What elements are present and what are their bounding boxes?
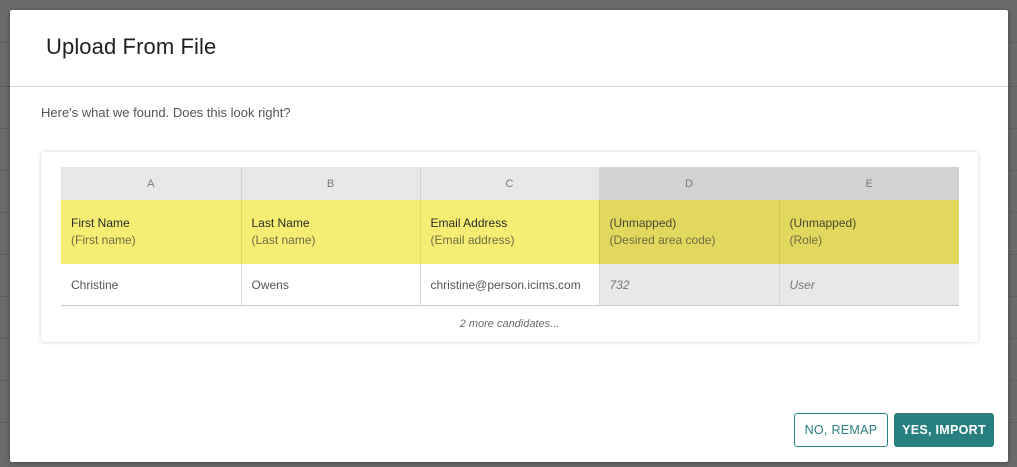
source-column-name: (Role) (789, 233, 823, 247)
column-letter: C (419, 167, 599, 200)
source-column-name: (Email address) (430, 233, 515, 247)
column-letter: B (240, 167, 420, 200)
field-mapping-cell[interactable]: Email Address (Email address) (419, 200, 599, 264)
more-candidates-note: 2 more candidates... (459, 318, 560, 330)
yes-import-button[interactable]: YES, IMPORT (894, 413, 994, 447)
field-mapping-cell[interactable]: (Unmapped) (Role) (778, 200, 959, 264)
field-mapping-cell[interactable]: Last Name (Last name) (240, 200, 420, 264)
mapped-field-name: Last Name (251, 216, 310, 230)
field-mapping-cell[interactable]: (Unmapped) (Desired area code) (598, 200, 779, 264)
upload-modal: Upload From File Here's what we found. D… (10, 10, 1008, 462)
column-mapping-table: A B C D E First Name (First name) Last N… (61, 167, 959, 306)
modal-title: Upload From File (46, 34, 217, 59)
no-remap-button[interactable]: NO, REMAP (794, 413, 888, 447)
source-column-name: (First name) (71, 233, 136, 247)
mapping-preview-card: A B C D E First Name (First name) Last N… (41, 152, 978, 342)
column-letter: A (61, 167, 241, 200)
source-column-name: (Last name) (251, 233, 316, 247)
mapped-field-name: Email Address (430, 216, 508, 230)
sample-value: 732 (598, 264, 779, 306)
modal-subtitle: Here's what we found. Does this look rig… (41, 105, 291, 120)
sample-value: christine@person.icims.com (419, 264, 599, 306)
field-mapping-row: First Name (First name) Last Name (Last … (61, 200, 959, 264)
sample-data-row: Christine Owens christine@person.icims.c… (61, 264, 959, 306)
sample-value: Christine (61, 264, 241, 306)
source-column-name: (Desired area code) (609, 233, 716, 247)
column-letter: E (778, 167, 959, 200)
mapped-field-name: (Unmapped) (609, 216, 677, 230)
column-letter: D (598, 167, 779, 200)
mapped-field-name: First Name (71, 216, 130, 230)
field-mapping-cell[interactable]: First Name (First name) (61, 200, 241, 264)
sample-value: Owens (240, 264, 420, 306)
mapped-field-name: (Unmapped) (789, 216, 857, 230)
modal-header: Upload From File (10, 10, 1008, 87)
column-letter-row: A B C D E (61, 167, 959, 200)
sample-value: User (778, 264, 959, 306)
